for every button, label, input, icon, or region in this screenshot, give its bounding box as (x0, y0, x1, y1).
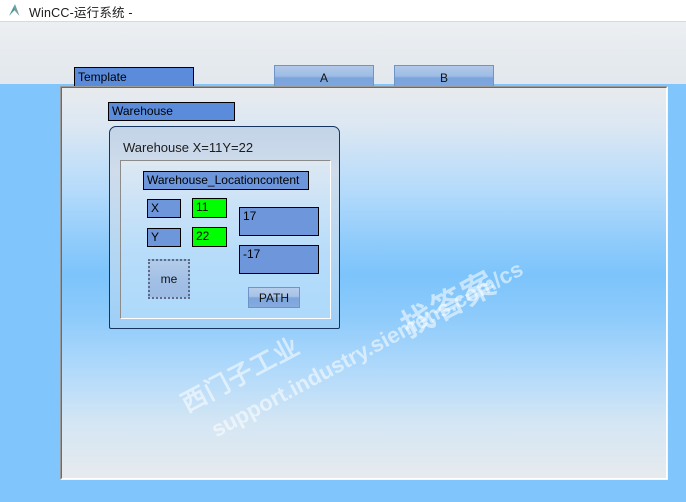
template-field[interactable]: Template (74, 67, 194, 87)
watermark-line3: 找答案 (395, 264, 503, 344)
app-root: WinCC-运行系统 - Template A B 西门子工业 support.… (0, 0, 686, 502)
warehouse-panel-title: Warehouse X=11Y=22 (123, 140, 254, 155)
wincc-triangle-icon (6, 3, 22, 19)
x-value-field[interactable]: 11 (192, 198, 227, 218)
window-titlebar: WinCC-运行系统 - (0, 0, 686, 22)
me-button[interactable]: me (148, 259, 190, 299)
value-field-2[interactable]: -17 (239, 245, 319, 274)
window-title: WinCC-运行系统 - (29, 5, 133, 20)
value-field-1[interactable]: 17 (239, 207, 319, 236)
path-button[interactable]: PATH (248, 287, 300, 308)
y-value-field[interactable]: 22 (192, 227, 227, 247)
content-frame-inner: 西门子工业 support.industry.siemens.com/cs 找答… (61, 87, 667, 479)
location-content-label[interactable]: Warehouse_Locationcontent (143, 171, 309, 190)
warehouse-label[interactable]: Warehouse (108, 102, 235, 121)
watermark-line1: 西门子工业 (176, 332, 305, 419)
toolbar-strip: Template A B (0, 22, 686, 91)
warehouse-panel-body: Warehouse_Locationcontent X 11 Y 22 17 -… (120, 160, 331, 319)
y-label: Y (147, 228, 181, 247)
warehouse-panel: Warehouse X=11Y=22 Warehouse_Locationcon… (109, 126, 340, 329)
content-frame-outer: 西门子工业 support.industry.siemens.com/cs 找答… (60, 86, 668, 480)
x-label: X (147, 199, 181, 218)
